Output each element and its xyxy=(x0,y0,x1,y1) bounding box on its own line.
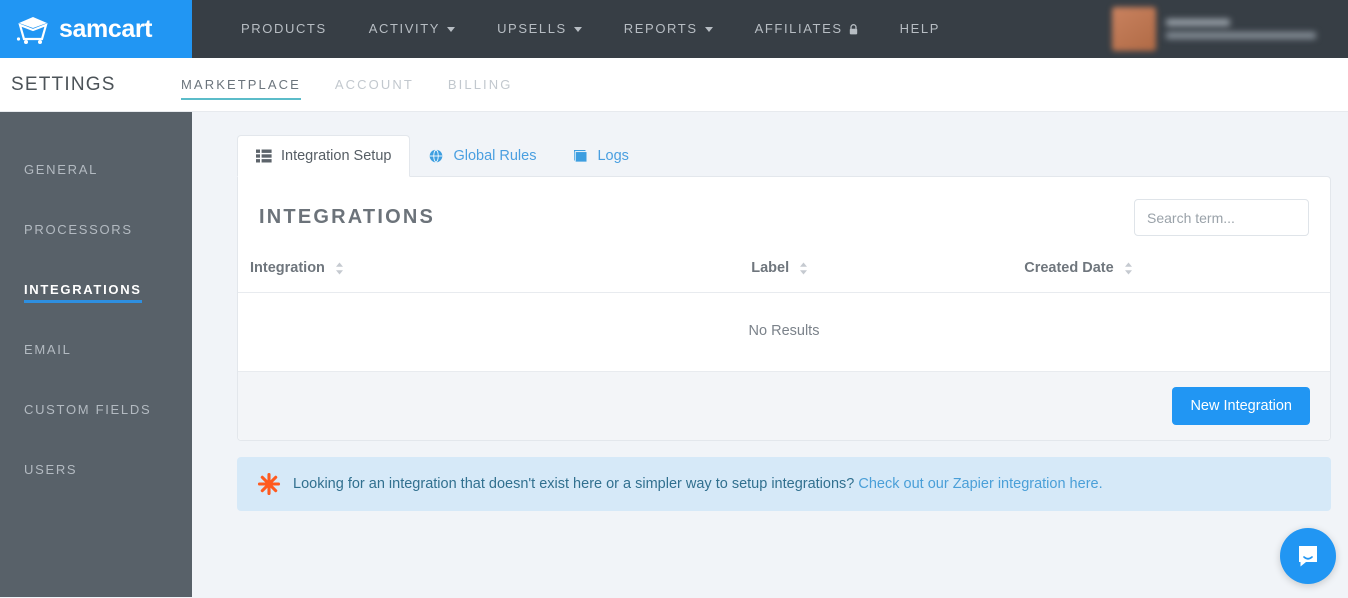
shopping-cart-icon xyxy=(16,17,48,44)
column-label: Integration xyxy=(250,260,325,276)
chevron-down-icon xyxy=(573,26,582,32)
integrations-table: Integration Label Created Date No Result… xyxy=(238,254,1330,372)
list-icon xyxy=(256,149,272,163)
sort-arrows-icon xyxy=(800,262,808,275)
nav-item-label: PRODUCTS xyxy=(241,21,327,36)
sidebar-item-label: USERS xyxy=(24,461,78,477)
sidebar-item-label: PROCESSORS xyxy=(24,221,133,237)
column-header-created-date[interactable]: Created Date xyxy=(1024,254,1330,293)
card-footer: New Integration xyxy=(238,372,1330,440)
main-nav: PRODUCTS ACTIVITY UPSELLS REPORTS AFFILI… xyxy=(192,0,961,58)
nav-item-label: HELP xyxy=(899,21,940,36)
chat-bubble-icon xyxy=(1299,546,1317,567)
sidebar-item-users[interactable]: USERS xyxy=(0,442,192,502)
card-header: INTEGRATIONS xyxy=(238,177,1330,254)
zapier-link[interactable]: Check out our Zapier integration here. xyxy=(858,476,1102,492)
table-header: Integration Label Created Date xyxy=(238,254,1330,293)
no-results-message: No Results xyxy=(238,292,1330,372)
nav-item-label: REPORTS xyxy=(623,21,698,36)
table-empty-row: No Results xyxy=(238,292,1330,372)
sidebar-item-label: INTEGRATIONS xyxy=(24,282,142,303)
tab-global-rules[interactable]: Global Rules xyxy=(410,135,554,177)
nav-item-products[interactable]: PRODUCTS xyxy=(220,0,348,58)
new-integration-button[interactable]: New Integration xyxy=(1172,387,1310,425)
top-navigation-bar: samcart PRODUCTS ACTIVITY UPSELLS REPORT… xyxy=(0,0,1348,58)
nav-item-reports[interactable]: REPORTS xyxy=(603,0,734,58)
integrations-card: INTEGRATIONS Integration xyxy=(237,176,1331,441)
tab-label: Logs xyxy=(597,148,629,164)
book-icon xyxy=(574,150,587,162)
banner-message: Looking for an integration that doesn't … xyxy=(293,476,1103,492)
sidebar-item-integrations[interactable]: INTEGRATIONS xyxy=(0,262,192,322)
nav-item-affiliates[interactable]: AFFILIATES xyxy=(734,0,879,58)
avatar xyxy=(1112,7,1156,51)
nav-item-activity[interactable]: ACTIVITY xyxy=(348,0,476,58)
column-header-label[interactable]: Label xyxy=(751,254,1025,293)
nav-item-help[interactable]: HELP xyxy=(879,0,961,58)
brand-logo-area[interactable]: samcart xyxy=(0,0,192,58)
tab-integration-setup[interactable]: Integration Setup xyxy=(237,135,411,177)
table-header-row: Integration Label Created Date xyxy=(238,254,1330,293)
column-label: Created Date xyxy=(1024,260,1114,276)
sidebar-item-label: EMAIL xyxy=(24,341,72,357)
page-title: SETTINGS xyxy=(11,73,116,95)
settings-subheader: SETTINGS MARKETPLACE ACCOUNT BILLING xyxy=(0,58,1348,112)
settings-tabs: MARKETPLACE ACCOUNT BILLING xyxy=(181,71,546,100)
column-header-integration[interactable]: Integration xyxy=(238,254,752,293)
nav-item-label: ACTIVITY xyxy=(368,21,441,36)
zapier-starburst-icon xyxy=(257,472,281,496)
integrations-heading: INTEGRATIONS xyxy=(259,206,436,228)
lock-icon xyxy=(849,23,857,34)
chevron-down-icon xyxy=(704,26,713,32)
sidebar-item-custom-fields[interactable]: CUSTOM FIELDS xyxy=(0,382,192,442)
sort-arrows-icon xyxy=(335,262,343,275)
column-label: Label xyxy=(751,260,790,276)
brand-name: samcart xyxy=(59,14,153,43)
sort-arrows-icon xyxy=(1124,262,1132,275)
tab-label: Global Rules xyxy=(453,148,537,164)
chevron-down-icon xyxy=(447,26,456,32)
tab-label: Integration Setup xyxy=(281,148,392,164)
main-content: Integration Setup Global Rules Logs INTE… xyxy=(192,112,1348,597)
settings-sidebar: GENERAL PROCESSORS INTEGRATIONS EMAIL CU… xyxy=(0,112,192,597)
user-identity-text xyxy=(1166,19,1316,39)
sidebar-item-label: GENERAL xyxy=(24,161,99,177)
tab-marketplace[interactable]: MARKETPLACE xyxy=(181,71,325,100)
panel-tabstrip: Integration Setup Global Rules Logs xyxy=(237,135,1331,177)
globe-icon xyxy=(430,149,443,163)
tab-billing[interactable]: BILLING xyxy=(448,71,537,99)
page-body: GENERAL PROCESSORS INTEGRATIONS EMAIL CU… xyxy=(0,112,1348,597)
nav-item-label: AFFILIATES xyxy=(754,21,843,36)
zapier-info-banner: Looking for an integration that doesn't … xyxy=(237,457,1331,511)
tab-account[interactable]: ACCOUNT xyxy=(335,71,438,99)
search-input[interactable] xyxy=(1134,199,1309,236)
sidebar-item-label: CUSTOM FIELDS xyxy=(24,401,152,417)
tab-logs[interactable]: Logs xyxy=(554,135,646,177)
sidebar-item-email[interactable]: EMAIL xyxy=(0,322,192,382)
nav-item-upsells[interactable]: UPSELLS xyxy=(476,0,603,58)
user-account-menu[interactable] xyxy=(1100,0,1348,58)
banner-text-static: Looking for an integration that doesn't … xyxy=(293,476,855,492)
chat-launcher-button[interactable] xyxy=(1280,528,1336,584)
nav-item-label: UPSELLS xyxy=(497,21,567,36)
sidebar-item-processors[interactable]: PROCESSORS xyxy=(0,202,192,262)
table-body: No Results xyxy=(238,292,1330,372)
sidebar-item-general[interactable]: GENERAL xyxy=(0,142,192,202)
